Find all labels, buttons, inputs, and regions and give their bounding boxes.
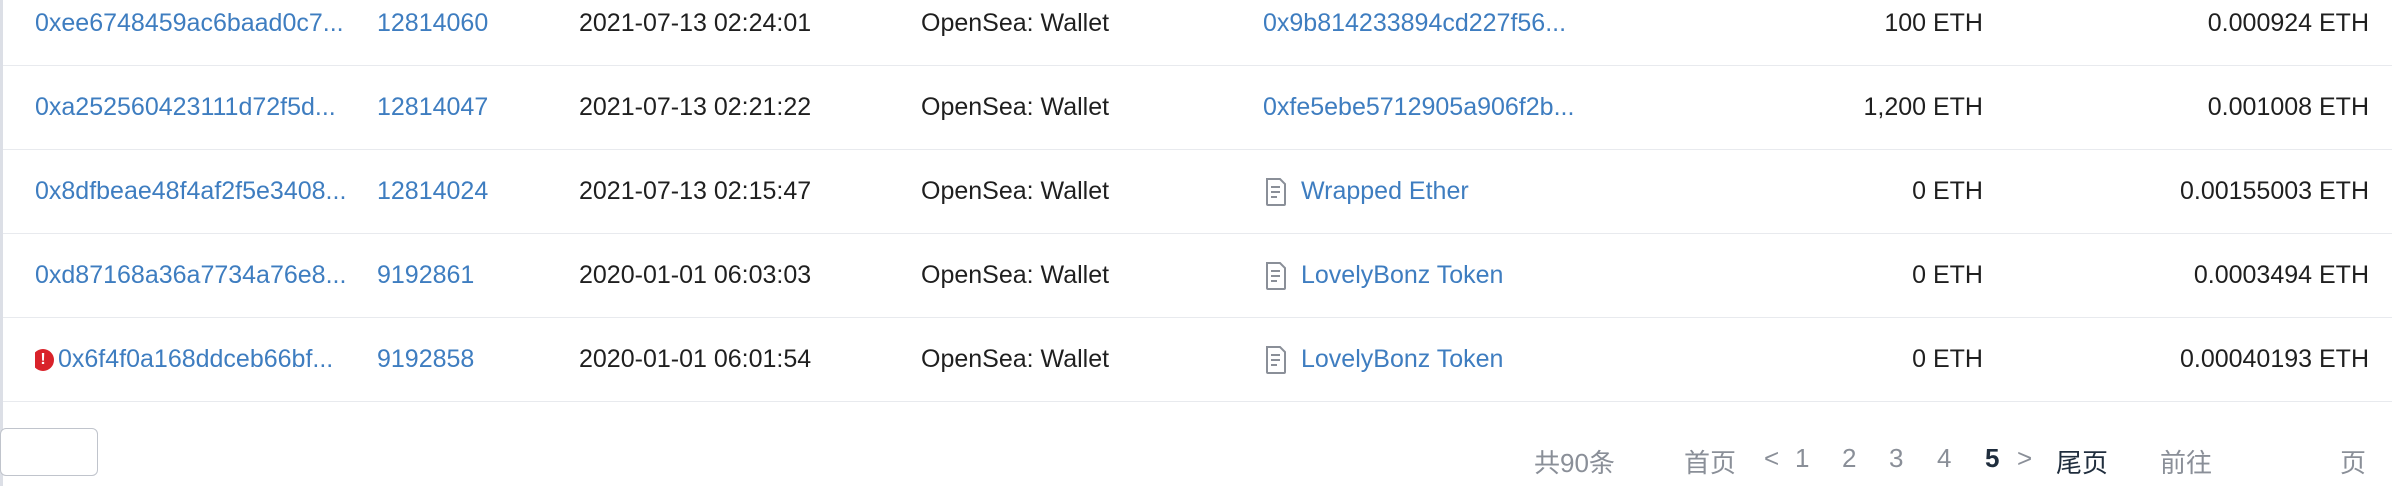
tx-hash-cell: 0xd87168a36a7734a76e8... <box>35 234 365 317</box>
block-cell: 12814060 <box>377 0 557 65</box>
timestamp: 2021-07-13 02:24:01 <box>579 9 812 37</box>
block-link[interactable]: 9192858 <box>377 345 474 374</box>
block-link[interactable]: 12814047 <box>377 93 488 122</box>
block-cell: 9192858 <box>377 318 557 401</box>
fee: 0.00040193 ETH <box>2179 345 2369 373</box>
to-contract-link[interactable]: LovelyBonz Token <box>1301 261 1503 290</box>
from-address: OpenSea: Wallet <box>921 9 1110 37</box>
pagination: 共90条 首页 < 1 2 3 4 5 > 尾页 前往 页 <box>0 428 2392 486</box>
value: 0 ETH <box>1912 261 1983 289</box>
contract-document-icon <box>1266 261 1286 290</box>
from-address: OpenSea: Wallet <box>921 93 1110 121</box>
to-address-link[interactable]: 0x9b814233894cd227f56... <box>1263 9 1566 38</box>
from-address: OpenSea: Wallet <box>921 177 1110 205</box>
table-row: 0xee6748459ac6baad0c7... 12814060 2021-0… <box>3 0 2392 66</box>
next-page-button[interactable]: > <box>2017 443 2032 474</box>
timestamp: 2021-07-13 02:15:47 <box>579 177 812 205</box>
from-address: OpenSea: Wallet <box>921 345 1110 373</box>
tx-hash-cell: ! 0x6f4f0a168ddceb66bf... <box>35 318 365 401</box>
table-row: 0x8dfbeae48f4af2f5e3408... 12814024 2021… <box>3 150 2392 234</box>
transactions-table: 0xee6748459ac6baad0c7... 12814060 2021-0… <box>3 0 2392 402</box>
value: 100 ETH <box>1884 9 1983 37</box>
timestamp: 2020-01-01 06:03:03 <box>579 261 812 289</box>
to-cell: Wrapped Ether <box>1263 150 1663 233</box>
fee: 0.00155003 ETH <box>2179 177 2369 205</box>
table-row: 0xa252560423111d72f5d... 12814047 2021-0… <box>3 66 2392 150</box>
tx-hash-link[interactable]: 0x8dfbeae48f4af2f5e3408... <box>35 177 346 206</box>
to-address-link[interactable]: 0xfe5ebe5712905a906f2b... <box>1263 93 1574 122</box>
tx-hash-cell: 0xa252560423111d72f5d... <box>35 66 365 149</box>
last-page-button[interactable]: 尾页 <box>2056 443 2108 480</box>
error-icon: ! <box>35 348 54 371</box>
tx-hash-cell: 0x8dfbeae48f4af2f5e3408... <box>35 150 365 233</box>
tx-hash-link[interactable]: 0xa252560423111d72f5d... <box>35 93 336 122</box>
page-number-2[interactable]: 2 <box>1842 443 1856 474</box>
to-cell: 0x9b814233894cd227f56... <box>1263 0 1663 65</box>
block-link[interactable]: 12814024 <box>377 177 488 206</box>
contract-document-icon <box>1266 177 1286 206</box>
contract-document-icon <box>1266 345 1286 374</box>
page-number-1[interactable]: 1 <box>1795 443 1809 474</box>
block-cell: 9192861 <box>377 234 557 317</box>
to-cell: 0xfe5ebe5712905a906f2b... <box>1263 66 1663 149</box>
page-suffix-label: 页 <box>2340 448 2367 478</box>
table-row: ! 0x6f4f0a168ddceb66bf... 9192858 2020-0… <box>3 318 2392 402</box>
goto-page-input[interactable] <box>0 428 98 476</box>
first-page-button[interactable]: 首页 <box>1684 443 1736 480</box>
value: 1,200 ETH <box>1863 93 1983 121</box>
goto-label: 前往 <box>2160 448 2213 478</box>
page-number-4[interactable]: 4 <box>1937 443 1951 474</box>
timestamp: 2021-07-13 02:21:22 <box>579 93 812 121</box>
tx-hash-link[interactable]: 0xee6748459ac6baad0c7... <box>35 9 344 38</box>
page-number-current[interactable]: 5 <box>1985 443 1999 474</box>
tx-hash-link[interactable]: 0x6f4f0a168ddceb66bf... <box>58 345 333 374</box>
to-cell: LovelyBonz Token <box>1263 234 1663 317</box>
tx-hash-link[interactable]: 0xd87168a36a7734a76e8... <box>35 261 346 290</box>
value: 0 ETH <box>1912 345 1983 373</box>
fee: 0.001008 ETH <box>2207 93 2369 121</box>
to-contract-link[interactable]: Wrapped Ether <box>1301 177 1469 206</box>
tx-hash-cell: 0xee6748459ac6baad0c7... <box>35 0 365 65</box>
fee: 0.000924 ETH <box>2207 9 2369 37</box>
prev-page-button[interactable]: < <box>1764 443 1779 474</box>
block-link[interactable]: 9192861 <box>377 261 474 290</box>
table-row: 0xd87168a36a7734a76e8... 9192861 2020-01… <box>3 234 2392 318</box>
page-number-3[interactable]: 3 <box>1889 443 1903 474</box>
block-cell: 12814024 <box>377 150 557 233</box>
to-contract-link[interactable]: LovelyBonz Token <box>1301 345 1503 374</box>
value: 0 ETH <box>1912 177 1983 205</box>
block-cell: 12814047 <box>377 66 557 149</box>
block-link[interactable]: 12814060 <box>377 9 488 38</box>
fee: 0.0003494 ETH <box>2193 261 2369 289</box>
pagination-total: 共90条 <box>1534 448 1615 478</box>
timestamp: 2020-01-01 06:01:54 <box>579 345 812 373</box>
to-cell: LovelyBonz Token <box>1263 318 1663 401</box>
from-address: OpenSea: Wallet <box>921 261 1110 289</box>
